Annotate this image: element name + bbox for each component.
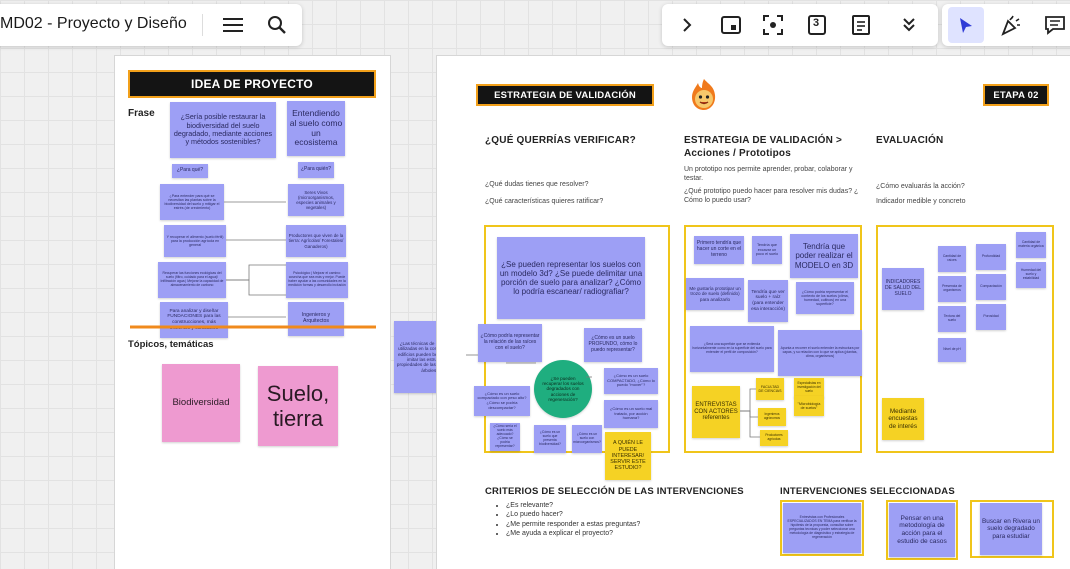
topicos-label: Tópicos, temáticas bbox=[128, 339, 214, 350]
col2-title: ESTRATEGIA DE VALIDACIÓN > Acciones / Pr… bbox=[684, 135, 843, 159]
stage-badge: ETAPA 02 bbox=[983, 84, 1049, 106]
divider bbox=[202, 14, 203, 36]
frame-icon[interactable] bbox=[716, 10, 746, 40]
tools-toolbar bbox=[942, 4, 1070, 46]
hamburger-icon[interactable] bbox=[218, 10, 248, 40]
eval-indicators-sticky[interactable]: INDICADORES DE SALUD DEL SUELO bbox=[882, 268, 924, 310]
col2-desc: Un prototipo nos permite aprender, proba… bbox=[684, 166, 853, 183]
select-cursor-icon[interactable] bbox=[948, 7, 984, 43]
selected-sticky-1[interactable]: Entrevistas con Profesionales ESPECIALIZ… bbox=[783, 503, 861, 553]
view-toolbar: 3 bbox=[662, 4, 938, 46]
selected-title: INTERVENCIONES SELECCIONADAS bbox=[780, 486, 955, 497]
focus-icon[interactable] bbox=[758, 10, 788, 40]
celebrate-icon[interactable] bbox=[996, 10, 1026, 40]
fire-mascot-icon bbox=[688, 78, 720, 112]
criteria-item: ¿Es relevante? bbox=[506, 501, 640, 510]
eval-note-1[interactable]: Cantidad de raíces bbox=[938, 246, 966, 272]
selected-sticky-3[interactable]: Buscar en Rivera un suelo degradado para… bbox=[980, 503, 1042, 555]
col3-title: EVALUACIÓN bbox=[876, 135, 944, 146]
counter-icon[interactable]: 3 bbox=[802, 10, 832, 40]
criteria-item: ¿Me ayuda a explicar el proyecto? bbox=[506, 529, 640, 538]
topic-biodiversidad[interactable]: Biodiversidad bbox=[162, 364, 240, 442]
eval-note-3[interactable]: Textura del suelo bbox=[938, 306, 966, 332]
chevron-right-icon[interactable] bbox=[672, 10, 702, 40]
criteria-item: ¿Lo puedo hacer? bbox=[506, 510, 640, 519]
board-title-bar: MD02 - Proyecto y Diseño bbox=[0, 4, 302, 46]
eval-note-7[interactable]: Cantidad de materia orgánica bbox=[1016, 232, 1046, 258]
proto-connectors bbox=[740, 388, 760, 438]
eval-note-5[interactable]: Compactación bbox=[976, 274, 1006, 300]
double-chevron-down-icon[interactable] bbox=[894, 10, 924, 40]
verify-connectors bbox=[466, 354, 592, 378]
search-icon[interactable] bbox=[262, 10, 292, 40]
criteria-list: ¿Es relevante? ¿Lo puedo hacer? ¿Me perm… bbox=[496, 501, 640, 539]
comments-icon[interactable] bbox=[1040, 10, 1070, 40]
col3-q2: Indicador medible y concreto bbox=[876, 198, 966, 205]
col3-q1: ¿Cómo evaluarás la acción? bbox=[876, 183, 965, 190]
idea-connectors bbox=[130, 201, 376, 329]
eval-yellow-sticky[interactable]: Mediante encuestas de interés bbox=[882, 398, 924, 440]
counter-value: 3 bbox=[813, 17, 820, 29]
notes-icon[interactable] bbox=[846, 10, 876, 40]
eval-note-4[interactable]: Profundidad bbox=[976, 244, 1006, 270]
board-title[interactable]: MD02 - Proyecto y Diseño bbox=[0, 15, 187, 33]
topic-suelo[interactable]: Suelo, tierra bbox=[258, 366, 338, 446]
selected-sticky-2[interactable]: Pensar en una metodología de acción para… bbox=[889, 503, 955, 557]
eval-note-6[interactable]: Porosidad bbox=[976, 304, 1006, 330]
eval-note-9[interactable]: Nivel de pH bbox=[938, 338, 966, 362]
col2-q: ¿Qué prototipo puedo hacer para resolver… bbox=[684, 188, 859, 205]
eval-note-8[interactable]: Humedad del suelo y estabilidad bbox=[1016, 262, 1046, 288]
criteria-item: ¿Me permite responder a estas preguntas? bbox=[506, 520, 640, 529]
criteria-title: CRITERIOS DE SELECCIÓN DE LAS INTERVENCI… bbox=[485, 486, 744, 497]
eval-note-2[interactable]: Presencia de organismos bbox=[938, 276, 966, 302]
